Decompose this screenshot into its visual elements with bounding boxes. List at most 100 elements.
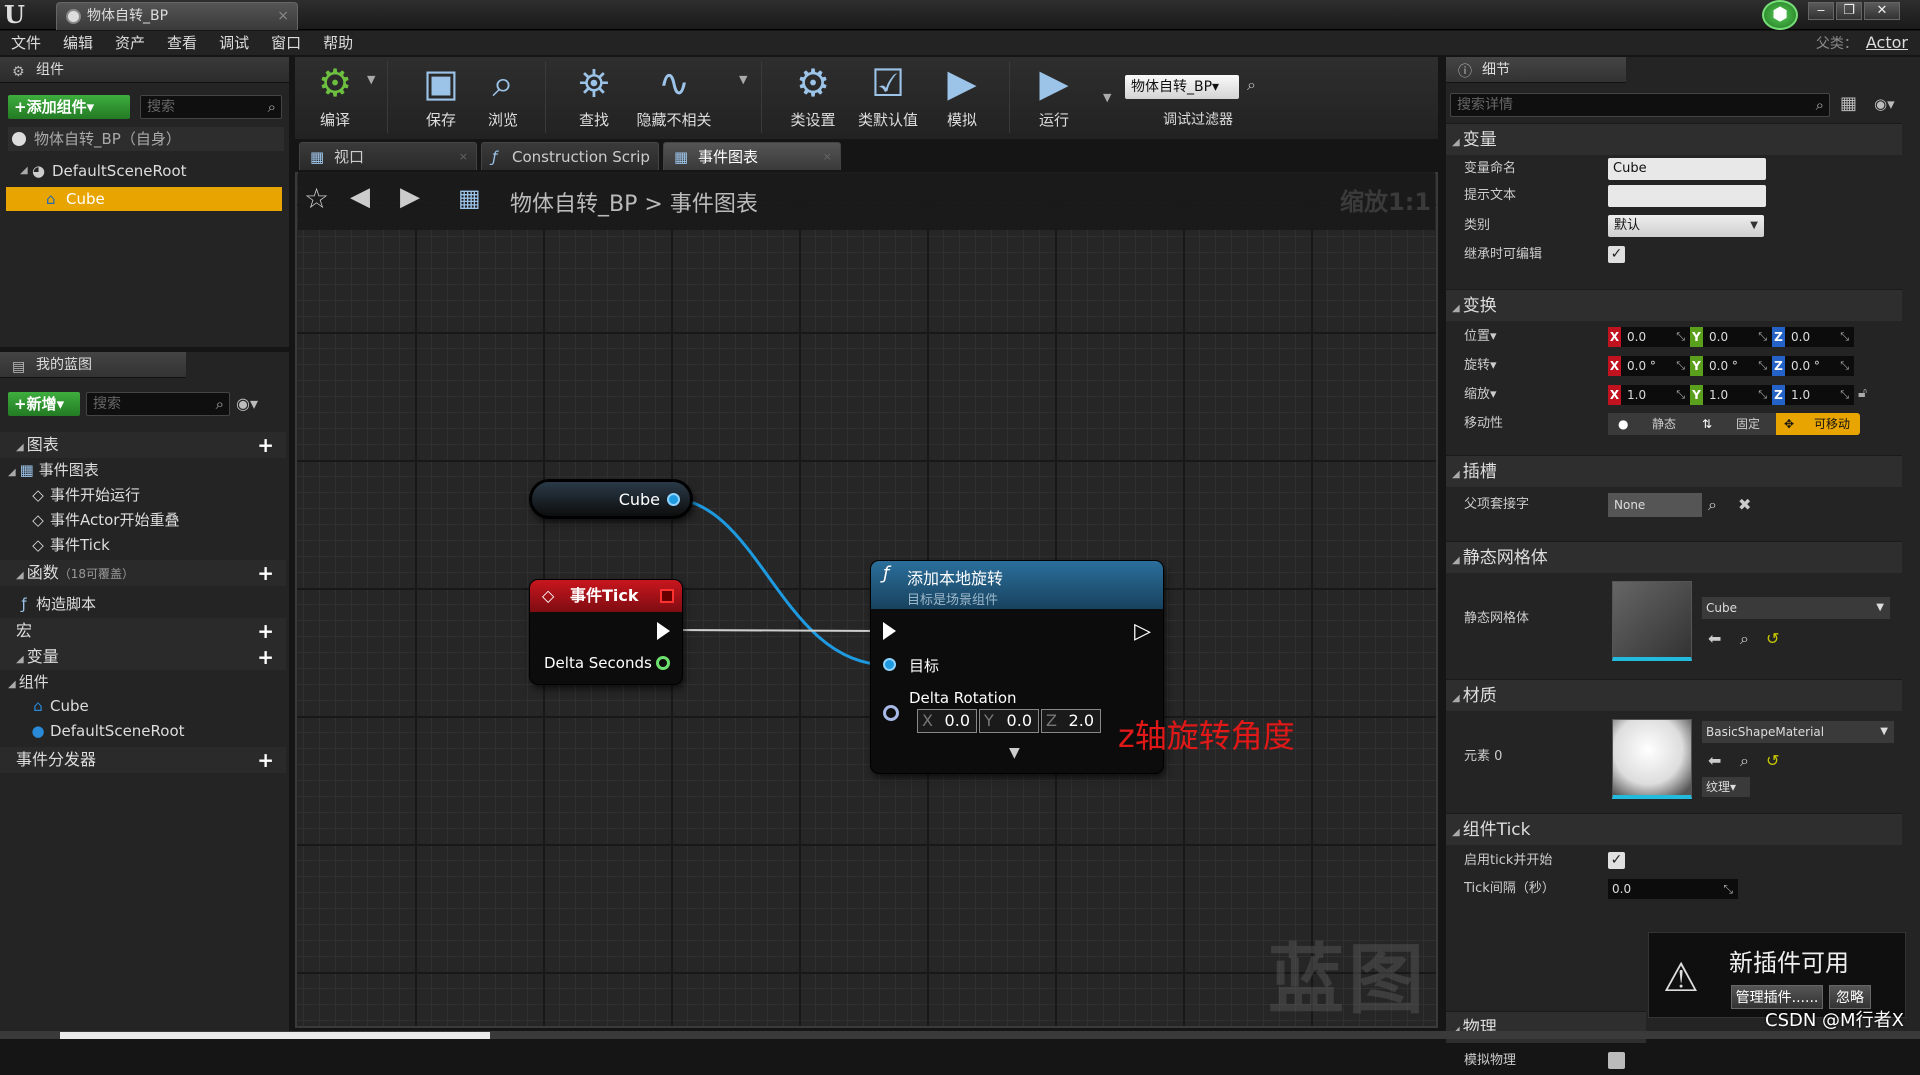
- component-tick-section[interactable]: ◢ 组件Tick: [1446, 813, 1902, 845]
- static-mesh-label: 静态网格体: [1464, 611, 1530, 626]
- collapse-arrow-icon: ◢: [1452, 827, 1460, 838]
- rotation-y-field[interactable]: Y 0.0: [979, 709, 1039, 733]
- transform-section-label: 变换: [1462, 296, 1497, 316]
- rotation-x[interactable]: X 0.0 ° ⤡: [1608, 356, 1690, 376]
- editable-row: 继承时可编辑 ✓: [1446, 241, 1902, 269]
- delta-seconds-pin[interactable]: [656, 656, 670, 670]
- tick-start-label: 启用tick并开始: [1464, 853, 1553, 868]
- rotation-z[interactable]: Z 0.0 ° ⤡: [1772, 356, 1854, 376]
- eye-icon[interactable]: ◉▾: [1874, 95, 1895, 113]
- rotation-x-value: 0.0 °: [1627, 359, 1656, 373]
- event-tick-header: ◇ 事件Tick: [530, 580, 682, 612]
- reset-icon[interactable]: ↺: [1766, 751, 1779, 770]
- static-mesh-section-label: 静态网格体: [1462, 548, 1548, 568]
- materials-section-label: 材质: [1462, 686, 1497, 706]
- delegate-pin-icon[interactable]: [660, 589, 674, 603]
- cube-output-pin[interactable]: [667, 493, 680, 506]
- category-value: 默认: [1614, 218, 1641, 233]
- material-dropdown[interactable]: BasicShapeMaterial ▼: [1702, 721, 1894, 743]
- mobility-static-button[interactable]: ● 静态: [1608, 413, 1692, 435]
- delta-seconds-label: Delta Seconds: [544, 654, 652, 672]
- browse-asset-icon[interactable]: ⌕: [1740, 629, 1749, 649]
- editable-checkbox[interactable]: ✓: [1608, 246, 1625, 263]
- use-selected-arrow-icon[interactable]: ⬅: [1708, 751, 1721, 770]
- tooltip-label: 提示文本: [1464, 188, 1517, 203]
- tooltip-input[interactable]: [1608, 185, 1766, 207]
- scale-z[interactable]: Z 1.0 ⤡: [1772, 385, 1854, 405]
- annotation-text: z轴旋转角度: [1118, 717, 1295, 755]
- lock-icon[interactable]: 🔓︎: [1858, 385, 1867, 401]
- location-z[interactable]: Z 0.0 ⤡: [1772, 327, 1854, 347]
- mobility-stationary-button[interactable]: ⇅ 固定: [1692, 413, 1776, 435]
- collapse-arrow-icon: ◢: [1452, 693, 1460, 704]
- location-x[interactable]: X 0.0 ⤡: [1608, 327, 1690, 347]
- parent-socket-field[interactable]: None: [1608, 493, 1702, 517]
- category-dropdown[interactable]: 默认 ▼: [1608, 215, 1764, 237]
- location-label[interactable]: 位置▾: [1464, 323, 1497, 351]
- rotation-label[interactable]: 旋转▾: [1464, 352, 1497, 380]
- cube-getter-node[interactable]: Cube: [530, 480, 692, 518]
- chevron-down-icon: ▼: [1880, 726, 1888, 737]
- function-icon: ƒ: [883, 563, 890, 584]
- rotation-x-field[interactable]: X 0.0: [917, 709, 977, 733]
- sockets-section[interactable]: ◢ 插槽: [1446, 455, 1902, 487]
- scale-x[interactable]: X 1.0 ⤡: [1608, 385, 1690, 405]
- variables-section[interactable]: ◢ 变量: [1446, 123, 1902, 155]
- rotation-y-value: 0.0 °: [1709, 359, 1738, 373]
- rotation-z-field[interactable]: Z 2.0: [1041, 709, 1101, 733]
- rotation-exec-out-pin[interactable]: ▷: [1134, 619, 1151, 644]
- rotation-y[interactable]: Y 0.0 ° ⤡: [1690, 356, 1772, 376]
- details-search-input[interactable]: 搜索详情 ⌕: [1450, 93, 1830, 117]
- static-icon: ●: [1618, 417, 1629, 431]
- transform-section[interactable]: ◢ 变换: [1446, 289, 1902, 321]
- delta-rotation-fields: X 0.0 Y 0.0 Z 2.0: [917, 709, 1107, 733]
- location-y[interactable]: Y 0.0 ⤡: [1690, 327, 1772, 347]
- browse-asset-icon[interactable]: ⌕: [1740, 751, 1749, 771]
- editable-label: 继承时可编辑: [1464, 247, 1543, 262]
- texture-button[interactable]: 纹理▾: [1702, 777, 1750, 797]
- collapse-arrow-icon: ◢: [1452, 555, 1460, 566]
- drag-icon: ⤡: [1723, 882, 1733, 896]
- target-pin[interactable]: [883, 658, 896, 671]
- scale-y[interactable]: Y 1.0 ⤡: [1690, 385, 1772, 405]
- movable-icon: ✥: [1784, 417, 1795, 431]
- parent-socket-row: 父项套接字 None ⌕ ✖: [1446, 491, 1902, 519]
- delta-rotation-label: Delta Rotation: [909, 689, 1017, 707]
- tick-interval-input[interactable]: 0.0 ⤡: [1608, 879, 1738, 899]
- component-tick-section-label: 组件Tick: [1462, 820, 1531, 840]
- var-name-input[interactable]: Cube: [1608, 158, 1766, 180]
- rotation-x-value: 0.0: [944, 711, 970, 730]
- static-mesh-thumbnail[interactable]: [1612, 581, 1692, 661]
- status-bar: [0, 1031, 1920, 1039]
- static-mesh-section[interactable]: ◢ 静态网格体: [1446, 541, 1902, 573]
- grid-view-icon[interactable]: ▦: [1840, 93, 1857, 114]
- static-mesh-dropdown[interactable]: Cube ▼: [1702, 597, 1890, 619]
- scale-label[interactable]: 缩放▾: [1464, 381, 1497, 409]
- status-bar-highlight: [60, 1032, 490, 1039]
- scale-x-value: 1.0: [1627, 388, 1647, 402]
- var-name-label: 变量命名: [1464, 161, 1517, 176]
- simulate-physics-checkbox[interactable]: [1608, 1052, 1625, 1069]
- clear-icon[interactable]: ✖: [1738, 495, 1751, 514]
- expand-advanced-icon[interactable]: ▼: [1009, 745, 1020, 761]
- use-selected-arrow-icon[interactable]: ⬅: [1708, 629, 1721, 648]
- search-icon[interactable]: ⌕: [1708, 495, 1717, 515]
- material-thumbnail[interactable]: [1612, 719, 1692, 799]
- tick-interval-label: Tick间隔（秒）: [1464, 881, 1555, 896]
- event-tick-node[interactable]: ◇ 事件Tick Delta Seconds: [530, 580, 682, 684]
- tick-exec-out-pin[interactable]: [657, 622, 670, 640]
- mobility-row: 移动性 ● 静态 ⇅ 固定 ✥ 可移动: [1446, 410, 1902, 438]
- reset-icon[interactable]: ↺: [1766, 629, 1779, 648]
- rotation-exec-in-pin[interactable]: [883, 622, 896, 640]
- mobility-stationary-label: 固定: [1736, 417, 1761, 431]
- chevron-down-icon: ▼: [1750, 220, 1758, 231]
- rotation-row: 旋转▾ X 0.0 ° ⤡ Y 0.0 ° ⤡ Z 0.0 ° ⤡: [1446, 352, 1902, 380]
- var-name-row: 变量命名 Cube: [1446, 155, 1902, 183]
- tick-start-checkbox[interactable]: ✓: [1608, 852, 1625, 869]
- static-mesh-value: Cube: [1706, 601, 1737, 615]
- delta-rotation-pin[interactable]: [883, 705, 899, 721]
- materials-section[interactable]: ◢ 材质: [1446, 679, 1902, 711]
- mobility-movable-button[interactable]: ✥ 可移动: [1776, 413, 1860, 435]
- scale-row: 缩放▾ X 1.0 ⤡ Y 1.0 ⤡ Z 1.0 ⤡ 🔓︎: [1446, 381, 1902, 409]
- location-row: 位置▾ X 0.0 ⤡ Y 0.0 ⤡ Z 0.0 ⤡: [1446, 323, 1902, 351]
